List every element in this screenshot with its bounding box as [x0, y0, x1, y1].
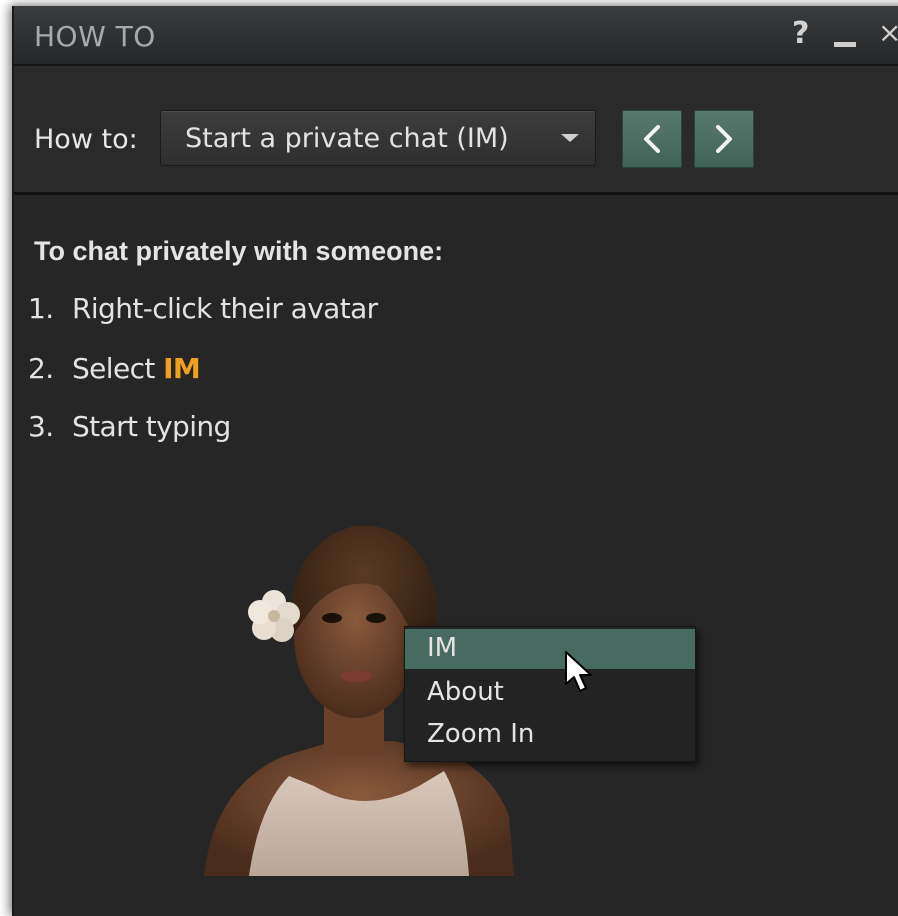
- chevron-left-icon: [644, 125, 660, 153]
- title-bar[interactable]: HOW TO ? ×: [14, 6, 898, 66]
- how-to-label: How to:: [34, 124, 138, 155]
- avatar-context-menu: IM About Zoom In: [404, 626, 696, 762]
- how-to-content: To chat privately with someone: 1. Right-…: [14, 196, 898, 916]
- step-highlight-im: IM: [163, 352, 201, 385]
- mouse-cursor-icon: [565, 651, 592, 692]
- step-number: 3.: [28, 410, 54, 443]
- help-icon[interactable]: ?: [792, 16, 809, 51]
- previous-topic-button[interactable]: [622, 110, 682, 168]
- minimize-icon[interactable]: [834, 42, 856, 47]
- menu-item-about[interactable]: About: [405, 673, 695, 713]
- topic-dropdown-value: Start a private chat (IM): [185, 123, 509, 154]
- instructions-heading: To chat privately with someone:: [34, 236, 444, 266]
- step-text: Start typing: [72, 410, 231, 443]
- chevron-right-icon: [716, 125, 732, 153]
- menu-item-zoom-in[interactable]: Zoom In: [405, 715, 695, 755]
- menu-item-label: Zoom In: [427, 719, 535, 749]
- step-2: 2. Select IM: [28, 352, 201, 385]
- step-3: 3. Start typing: [28, 410, 231, 443]
- menu-item-label: About: [427, 677, 504, 707]
- close-icon[interactable]: ×: [878, 16, 898, 49]
- how-to-window: HOW TO ? × How to: Start a private chat …: [12, 6, 898, 916]
- window-title: HOW TO: [34, 20, 156, 53]
- chevron-down-icon: [561, 134, 579, 142]
- menu-item-im[interactable]: IM: [405, 629, 695, 669]
- step-number: 2.: [28, 352, 54, 385]
- step-text: Right-click their avatar: [72, 292, 378, 325]
- step-number: 1.: [28, 292, 54, 325]
- step-1: 1. Right-click their avatar: [28, 292, 378, 325]
- flower-icon: [248, 590, 300, 642]
- next-topic-button[interactable]: [694, 110, 754, 168]
- step-text: Select: [72, 352, 164, 385]
- menu-item-label: IM: [427, 633, 458, 663]
- topic-dropdown[interactable]: Start a private chat (IM): [160, 110, 596, 166]
- how-to-toolbar: How to: Start a private chat (IM): [14, 66, 898, 195]
